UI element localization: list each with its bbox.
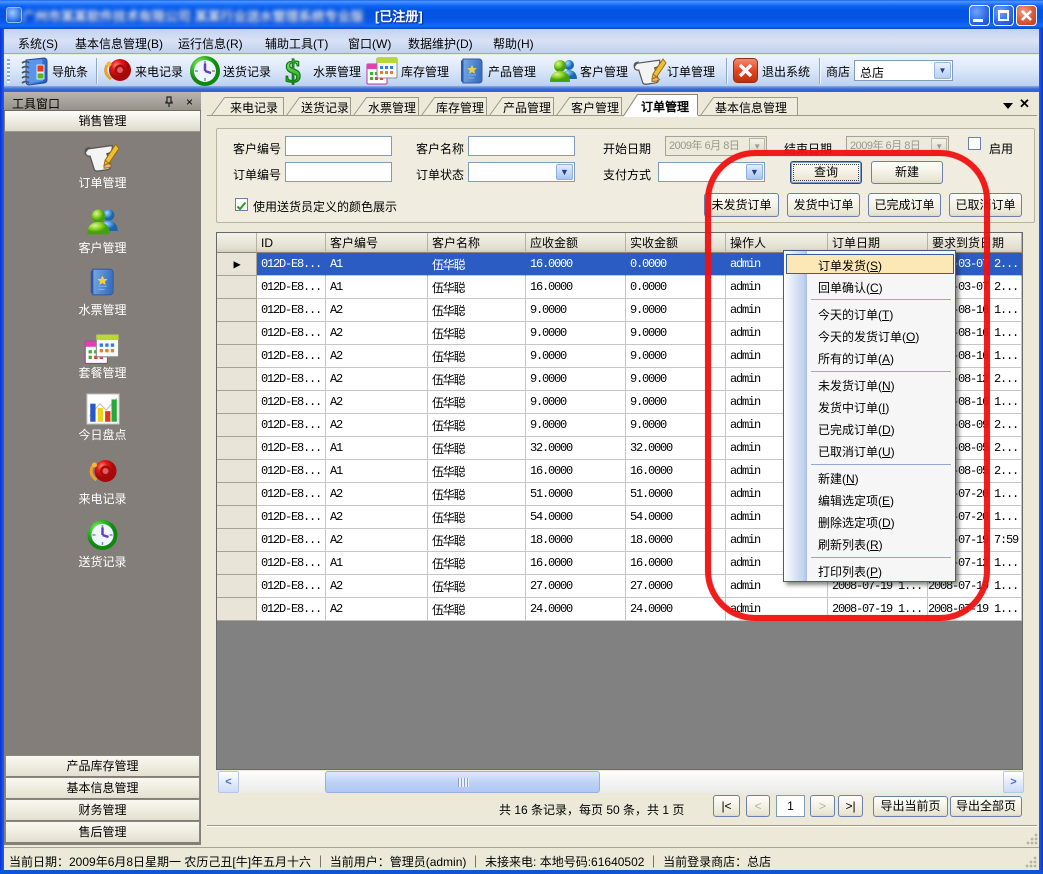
svg-text:$: $ [285,55,301,87]
